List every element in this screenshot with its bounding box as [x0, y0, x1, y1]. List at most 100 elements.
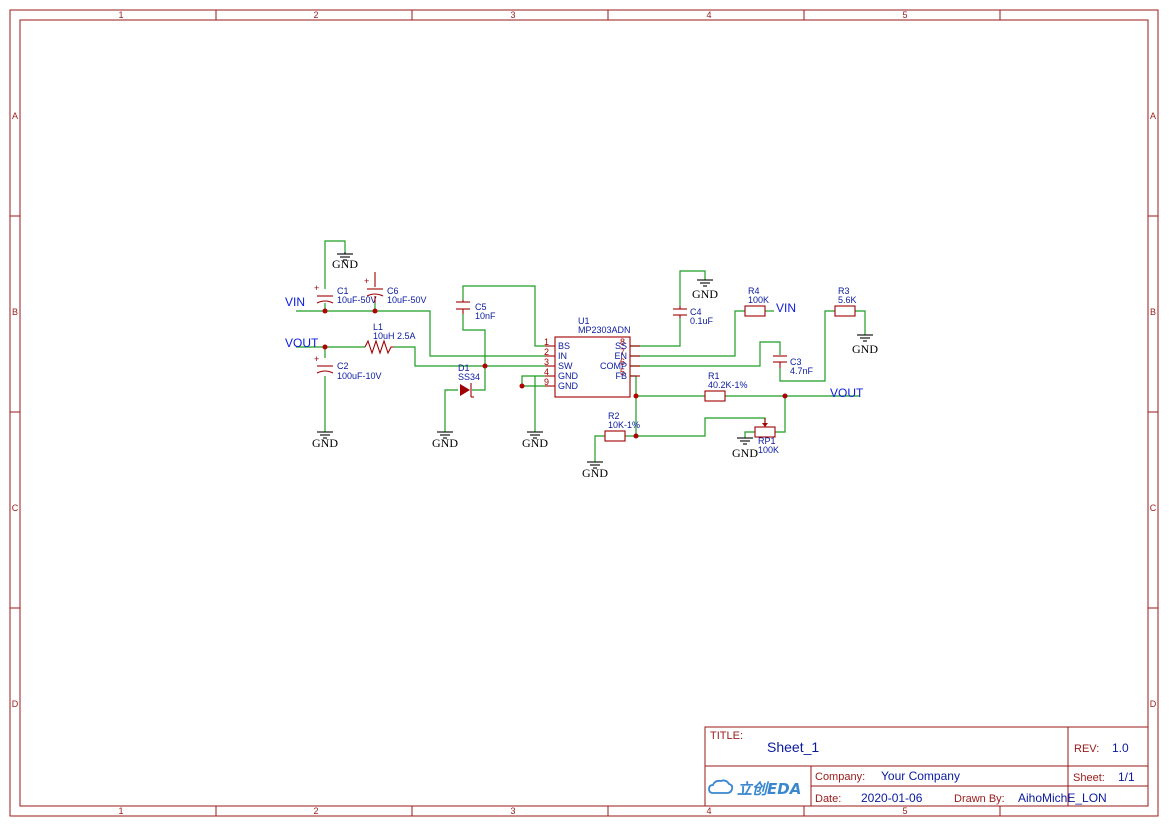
title-value: Sheet_1	[767, 739, 819, 755]
u1-value: MP2303ADN	[578, 325, 631, 335]
u1-pin-name: IN	[558, 351, 567, 361]
u1-pin-name: SW	[558, 361, 573, 371]
gnd-label: GND	[732, 446, 758, 460]
col-label-5-bottom: 5	[902, 806, 907, 816]
u1-pin-name: BS	[558, 341, 570, 351]
u1-pin-name: GND	[558, 381, 579, 391]
junction-dot	[372, 308, 378, 314]
u1-pin-num: 1	[544, 337, 549, 347]
lceda-logo: 立创EDA	[708, 779, 801, 798]
diode-d1[interactable]	[460, 383, 474, 398]
potentiometer-rp1[interactable]	[754, 418, 776, 438]
svg-text:+: +	[314, 283, 319, 293]
outer-border	[9, 9, 1159, 817]
title-label: TITLE:	[710, 730, 743, 742]
row-label-a-right: A	[1150, 111, 1156, 121]
ground-symbol-gnd6	[857, 334, 873, 342]
ground-symbol-gnd5	[697, 279, 713, 287]
c5-value: 10nF	[475, 311, 496, 321]
date-value: 2020-01-06	[861, 791, 923, 805]
r2-value: 10K-1%	[608, 420, 640, 430]
u1-pin-name: FB	[615, 371, 627, 381]
gnd-label: GND	[692, 287, 718, 301]
gnd-label: GND	[522, 436, 548, 450]
resistor-r3[interactable]	[834, 305, 856, 317]
u1-pin-name: SS	[615, 341, 627, 351]
net-label-vin: VIN	[776, 301, 796, 315]
gnd-label: GND	[852, 342, 878, 356]
column-ticks	[10, 10, 1158, 816]
col-label-2-bottom: 2	[313, 806, 318, 816]
capacitor-c1[interactable]: +	[314, 283, 334, 304]
junction-dot	[782, 393, 788, 399]
u1-pin-num: 3	[544, 357, 549, 367]
sheet-label: Sheet:	[1073, 772, 1105, 784]
gnd-label: GND	[312, 436, 338, 450]
gnd-label: GND	[582, 466, 608, 480]
drawn-by-label: Drawn By:	[954, 793, 1005, 805]
col-label-4-top: 4	[706, 10, 711, 20]
u1-pin-name: COMP	[600, 361, 627, 371]
logo-text: 立创EDA	[737, 780, 801, 798]
gnd-label: GND	[432, 436, 458, 450]
net-label-vin: VIN	[285, 295, 305, 309]
svg-text:+: +	[314, 354, 319, 364]
col-label-5-top: 5	[902, 10, 907, 20]
l1-value: 10uH 2.5A	[373, 331, 416, 341]
resistor-r4[interactable]	[744, 305, 766, 317]
net-label-vout: VOUT	[830, 386, 864, 400]
company-label: Company:	[815, 771, 865, 783]
col-label-4-bottom: 4	[706, 806, 711, 816]
junction-dot	[633, 393, 639, 399]
junction-dot	[322, 344, 328, 350]
rev-value: 1.0	[1112, 741, 1129, 755]
inner-border	[19, 19, 1149, 807]
row-label-d-left: D	[12, 699, 19, 709]
u1-pin-num: 9	[544, 377, 549, 387]
u1-pin-num: 4	[544, 367, 549, 377]
capacitor-c4[interactable]	[673, 306, 687, 318]
capacitor-c2[interactable]: +	[314, 354, 334, 374]
company-value: Your Company	[881, 769, 960, 783]
c1-value: 10uF-50V	[337, 295, 377, 305]
c2-value: 100uF-10V	[337, 371, 382, 381]
junction-dot	[633, 433, 639, 439]
col-label-3-top: 3	[510, 10, 515, 20]
row-label-c-right: C	[1150, 503, 1157, 513]
junction-dot	[482, 363, 488, 369]
col-label-1-top: 1	[118, 10, 123, 20]
row-label-b-left: B	[12, 307, 18, 317]
resistor-r1[interactable]	[704, 390, 726, 402]
gnd-label: GND	[332, 257, 358, 271]
c4-value: 0.1uF	[690, 316, 714, 326]
c6-value: 10uF-50V	[387, 295, 427, 305]
junction-dot	[519, 383, 525, 389]
col-label-1-bottom: 1	[118, 806, 123, 816]
drawn-by-value: AihoMichE_LON	[1018, 791, 1107, 805]
rp1-value: 100K	[758, 445, 779, 455]
inductor-l1[interactable]	[364, 339, 394, 355]
schematic-sheet: 1 2 3 4 5 1 2 3 4 5 A B C D A B C D + C1…	[9, 9, 1159, 817]
r4-value: 100K	[748, 295, 769, 305]
r1-value: 40.2K-1%	[708, 380, 748, 390]
sheet-value: 1/1	[1118, 770, 1135, 784]
u1-pin-name: EN	[614, 351, 627, 361]
r3-value: 5.6K	[838, 295, 857, 305]
svg-text:+: +	[364, 276, 369, 286]
row-label-b-right: B	[1150, 307, 1156, 317]
resistor-r2[interactable]	[604, 430, 626, 442]
row-label-c-left: C	[12, 503, 19, 513]
junction-dot	[322, 308, 328, 314]
u1-pin-name: GND	[558, 371, 579, 381]
capacitor-c5[interactable]	[456, 300, 470, 314]
ground-symbol-gnd8	[737, 437, 753, 445]
c2-ref: C2	[337, 361, 349, 371]
col-label-3-bottom: 3	[510, 806, 515, 816]
date-label: Date:	[815, 793, 841, 805]
row-label-a-left: A	[12, 111, 18, 121]
row-label-d-right: D	[1150, 699, 1157, 709]
c3-value: 4.7nF	[790, 366, 814, 376]
d1-value: SS34	[458, 372, 480, 382]
capacitor-c3[interactable]	[773, 355, 787, 368]
u1-pin-num: 2	[544, 347, 549, 357]
